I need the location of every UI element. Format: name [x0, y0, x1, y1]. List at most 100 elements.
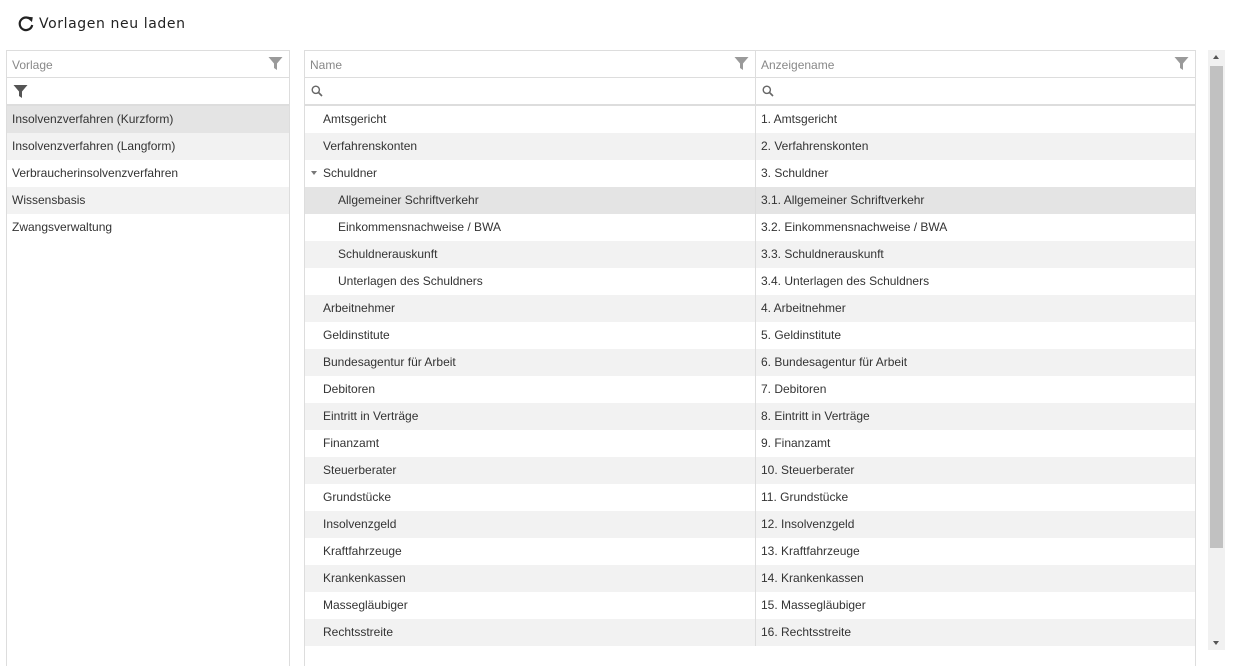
template-item-label: Wissensbasis [12, 193, 86, 207]
row-display-name: 5. Geldinstitute [761, 328, 842, 342]
search-icon [762, 85, 774, 97]
template-item-label: Verbraucherinsolvenzverfahren [12, 166, 179, 180]
row-display-name: 3. Schuldner [761, 166, 829, 180]
scroll-down-icon[interactable] [1208, 636, 1225, 650]
row-display-name: 9. Finanzamt [761, 436, 831, 450]
anzeigename-search-field[interactable] [756, 78, 1195, 104]
table-row[interactable]: Bundesagentur für Arbeit 6. Bundesagentur… [305, 349, 1195, 376]
table-row[interactable]: Finanzamt 9. Finanzamt [305, 430, 1195, 457]
search-icon [311, 85, 323, 97]
scrollbar-thumb[interactable] [1210, 66, 1223, 548]
row-display-name: 6. Bundesagentur für Arbeit [761, 355, 908, 369]
row-name: Schuldnerauskunft [305, 241, 756, 268]
row-name: Einkommensnachweise / BWA [305, 214, 756, 241]
template-item[interactable]: Insolvenzverfahren (Kurzform) [7, 106, 289, 133]
column-header-anzeigename[interactable]: Anzeigename [756, 51, 1195, 77]
row-display-name: 8. Eintritt in Verträge [761, 409, 870, 423]
table-row[interactable]: Amtsgericht 1. Amtsgericht [305, 106, 1195, 133]
table-row[interactable]: Debitoren 7. Debitoren [305, 376, 1195, 403]
templates-list: Insolvenzverfahren (Kurzform) Insolvenzv… [7, 106, 289, 241]
table-row[interactable]: Rechtsstreite 16. Rechtsstreite [305, 619, 1195, 646]
row-name: Arbeitnehmer [305, 295, 756, 322]
row-name: Amtsgericht [305, 106, 756, 133]
row-display-name: 3.3. Schuldnerauskunft [761, 247, 884, 261]
template-item[interactable]: Zwangsverwaltung [7, 214, 289, 241]
row-display-name: 7. Debitoren [761, 382, 827, 396]
row-display-name: 14. Krankenkassen [761, 571, 864, 585]
table-row[interactable]: Allgemeiner Schriftverkehr 3.1. Allgemein… [305, 187, 1195, 214]
scroll-up-icon[interactable] [1208, 50, 1225, 64]
column-header-name-label: Name [310, 58, 343, 72]
table-row[interactable]: Massegläubiger 15. Massegläubiger [305, 592, 1195, 619]
table-row[interactable]: Grundstücke 11. Grundstücke [305, 484, 1195, 511]
row-name: Schuldner [323, 166, 378, 180]
table-row[interactable]: Steuerberater 10. Steuerberater [305, 457, 1195, 484]
template-item-label: Insolvenzverfahren (Langform) [12, 139, 176, 153]
vertical-scrollbar[interactable] [1208, 50, 1225, 650]
template-item-label: Insolvenzverfahren (Kurzform) [12, 112, 174, 126]
column-header-anzeigename-label: Anzeigename [761, 58, 835, 72]
row-display-name: 11. Grundstücke [761, 490, 849, 504]
reload-templates-label: Vorlagen neu laden [39, 16, 186, 32]
name-search-field[interactable] [305, 78, 756, 104]
table-row[interactable]: Geldinstitute 5. Geldinstitute [305, 322, 1195, 349]
row-display-name: 10. Steuerberater [761, 463, 855, 477]
templates-filter-row [7, 78, 289, 106]
table-row[interactable]: Schuldner 3. Schuldner [305, 160, 1195, 187]
row-name: Geldinstitute [305, 322, 756, 349]
templates-header-row: Vorlage [7, 51, 289, 78]
filter-icon[interactable] [734, 56, 749, 71]
row-name: Rechtsstreite [305, 619, 756, 646]
template-item[interactable]: Wissensbasis [7, 187, 289, 214]
table-row[interactable]: Krankenkassen 14. Krankenkassen [305, 565, 1195, 592]
row-name: Allgemeiner Schriftverkehr [305, 187, 756, 214]
caret-down-icon[interactable] [311, 171, 317, 175]
row-name: Insolvenzgeld [305, 511, 756, 538]
column-header-name[interactable]: Name [305, 51, 756, 77]
row-name: Eintritt in Verträge [305, 403, 756, 430]
row-name: Finanzamt [305, 430, 756, 457]
column-header-vorlage-label: Vorlage [12, 58, 53, 72]
table-row[interactable]: Eintritt in Verträge 8. Eintritt in Vertr… [305, 403, 1195, 430]
templates-panel: Vorlage Insolvenzverfahren (Kurzform) In… [6, 50, 290, 666]
table-row[interactable]: Schuldnerauskunft 3.3. Schuldnerauskunft [305, 241, 1195, 268]
template-item-label: Zwangsverwaltung [12, 220, 113, 234]
template-item[interactable]: Insolvenzverfahren (Langform) [7, 133, 289, 160]
refresh-icon [18, 16, 34, 32]
table-row[interactable]: Unterlagen des Schuldners 3.4. Unterlagen… [305, 268, 1195, 295]
table-row[interactable]: Kraftfahrzeuge 13. Kraftfahrzeuge [305, 538, 1195, 565]
template-item[interactable]: Verbraucherinsolvenzverfahren [7, 160, 289, 187]
table-row[interactable]: Einkommensnachweise / BWA 3.2. Einkommens… [305, 214, 1195, 241]
row-name: Verfahrenskonten [305, 133, 756, 160]
row-name: Massegläubiger [305, 592, 756, 619]
row-name: Steuerberater [305, 457, 756, 484]
table-row[interactable]: Verfahrenskonten 2. Verfahrenskonten [305, 133, 1195, 160]
row-name: Krankenkassen [305, 565, 756, 592]
grid-header-row: Name Anzeigename [305, 51, 1195, 78]
table-row[interactable]: Arbeitnehmer 4. Arbeitnehmer [305, 295, 1195, 322]
row-display-name: 3.4. Unterlagen des Schuldners [761, 274, 930, 288]
row-display-name: 1. Amtsgericht [761, 112, 838, 126]
row-name: Unterlagen des Schuldners [305, 268, 756, 295]
templates-filter-cell[interactable] [7, 78, 289, 104]
row-display-name: 2. Verfahrenskonten [761, 139, 869, 153]
row-display-name: 13. Kraftfahrzeuge [761, 544, 860, 558]
row-name: Grundstücke [305, 484, 756, 511]
row-display-name: 4. Arbeitnehmer [761, 301, 846, 315]
row-display-name: 3.1. Allgemeiner Schriftverkehr [761, 193, 925, 207]
filter-icon[interactable] [1174, 56, 1189, 71]
reload-templates-button[interactable]: Vorlagen neu laden [17, 12, 186, 36]
column-header-vorlage[interactable]: Vorlage [7, 51, 289, 77]
row-name-cell: Schuldner [305, 160, 756, 187]
row-name: Bundesagentur für Arbeit [305, 349, 756, 376]
grid-filter-row [305, 78, 1195, 106]
row-display-name: 16. Rechtsstreite [761, 625, 852, 639]
filter-icon[interactable] [13, 84, 28, 99]
table-row[interactable]: Insolvenzgeld 12. Insolvenzgeld [305, 511, 1195, 538]
row-display-name: 12. Insolvenzgeld [761, 517, 855, 531]
row-display-name: 3.2. Einkommensnachweise / BWA [761, 220, 948, 234]
row-name: Kraftfahrzeuge [305, 538, 756, 565]
grid-body: Amtsgericht 1. Amtsgericht Verfahrenskont… [305, 106, 1195, 646]
row-name: Debitoren [305, 376, 756, 403]
filter-icon[interactable] [268, 56, 283, 71]
